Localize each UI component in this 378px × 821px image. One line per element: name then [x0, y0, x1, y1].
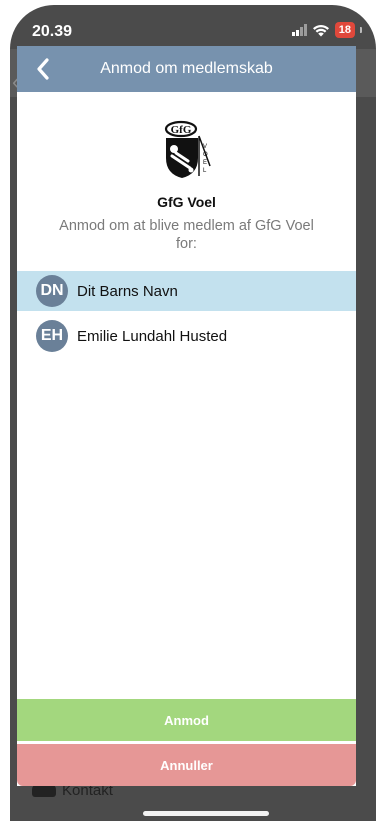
member-name: Dit Barns Navn	[77, 282, 178, 300]
chevron-left-icon	[37, 58, 49, 80]
home-indicator[interactable]	[143, 811, 269, 816]
svg-text:E: E	[203, 160, 207, 166]
member-row-dit-barns-navn[interactable]: DN Dit Barns Navn	[17, 271, 356, 311]
status-time: 20.39	[32, 23, 73, 40]
club-name: GfG Voel	[157, 194, 216, 210]
battery-indicator: 18	[334, 22, 355, 38]
svg-text:V: V	[203, 144, 207, 150]
cancel-button[interactable]: Annuller	[17, 744, 356, 786]
club-logo: GfG V O E L	[164, 120, 211, 178]
wifi-icon	[312, 24, 329, 37]
member-row-emilie-lundahl-husted[interactable]: EH Emilie Lundahl Husted	[17, 316, 356, 356]
modal-header: Anmod om medlemskab	[17, 46, 356, 92]
back-button[interactable]	[23, 46, 63, 92]
request-button[interactable]: Anmod	[17, 699, 356, 741]
status-icons: 18	[291, 22, 362, 38]
svg-text:L: L	[203, 168, 207, 174]
modal-title: Anmod om medlemskab	[100, 60, 273, 77]
request-description: Anmod om at blive medlem af GfG Voel for…	[59, 218, 314, 252]
cellular-signal-icon	[291, 24, 307, 36]
status-bar: 20.39 18	[10, 5, 376, 49]
svg-text:O: O	[203, 152, 208, 158]
member-name: Emilie Lundahl Husted	[77, 327, 228, 345]
avatar: EH	[36, 320, 68, 352]
avatar: DN	[36, 275, 68, 307]
svg-text:GfG: GfG	[171, 124, 192, 136]
battery-cap	[360, 27, 362, 33]
membership-request-modal: Anmod om medlemskab GfG V O E L GfG Voel…	[17, 46, 356, 786]
